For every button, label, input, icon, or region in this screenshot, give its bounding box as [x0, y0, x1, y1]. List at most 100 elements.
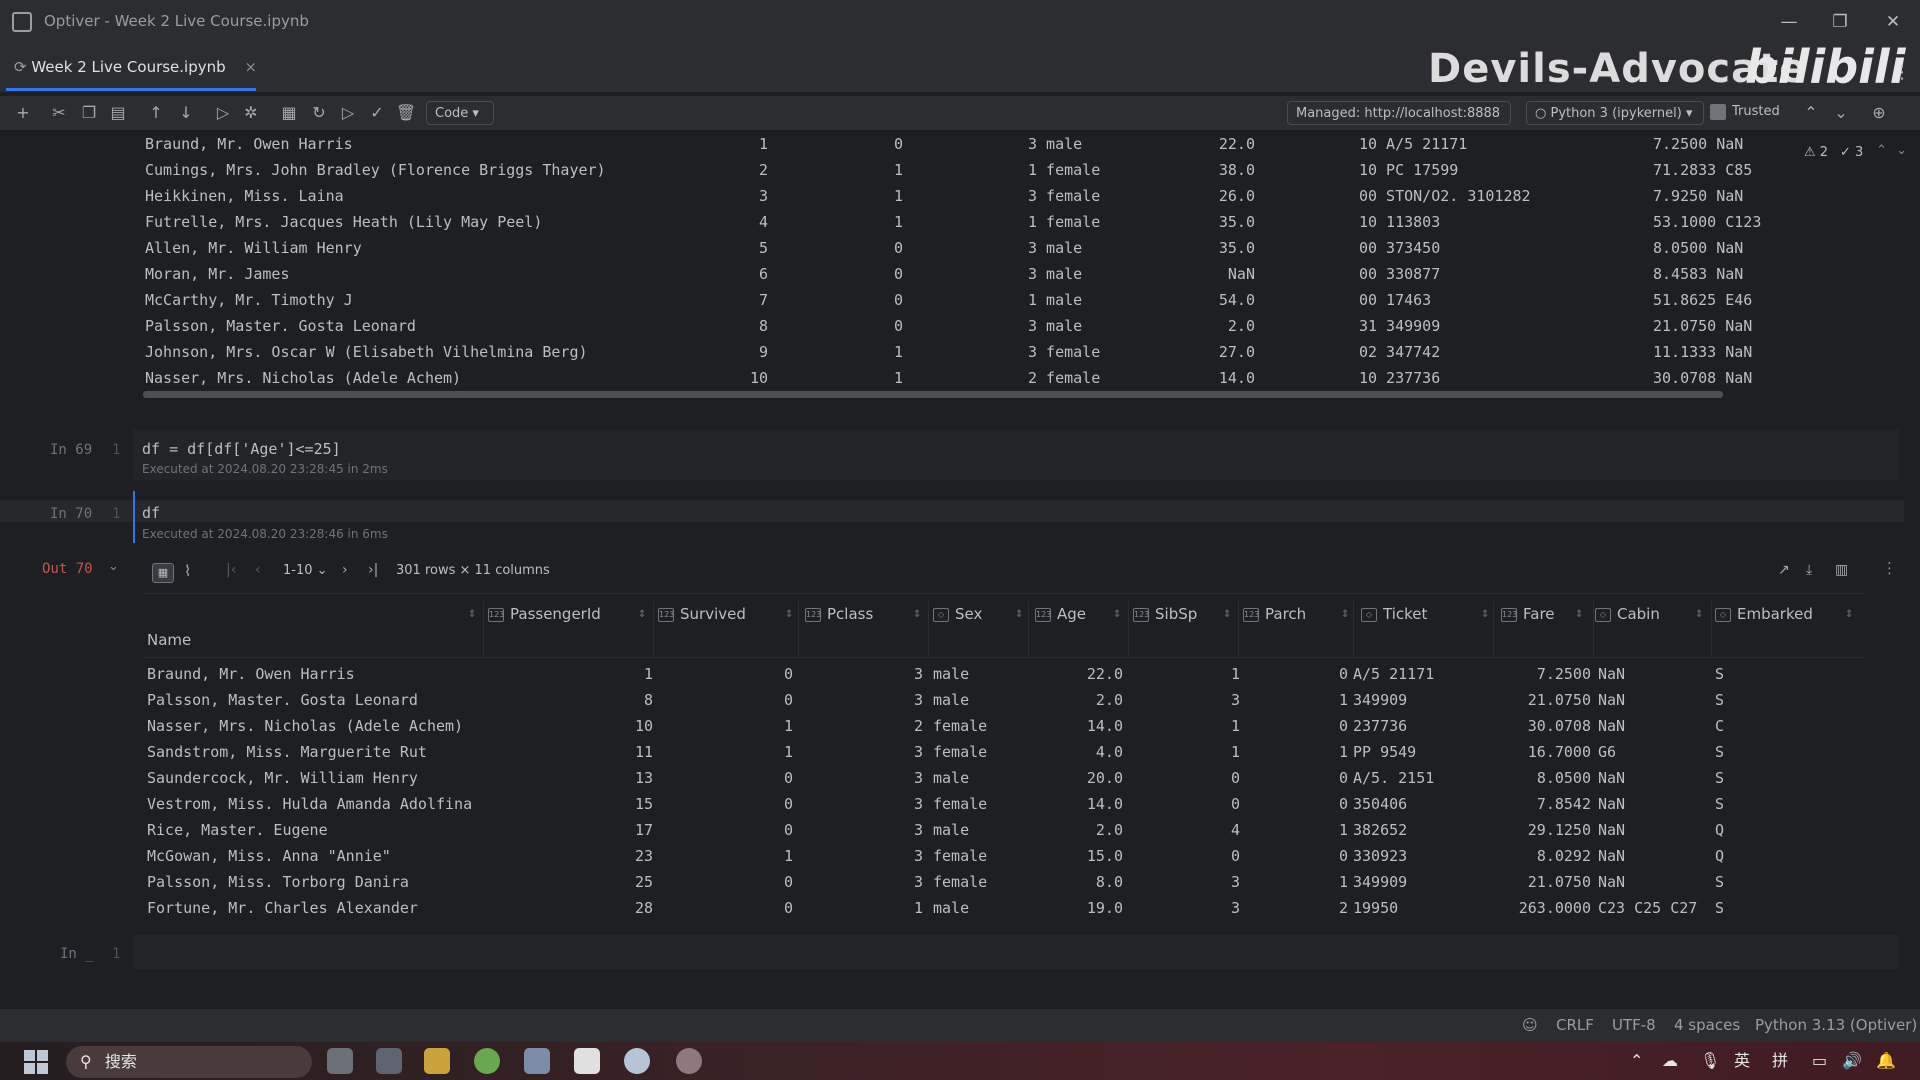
table-cell[interactable]: 1	[1143, 661, 1240, 687]
table-cell[interactable]: 0	[703, 817, 793, 843]
run-all-icon[interactable]: ▷	[337, 102, 359, 124]
ime-language[interactable]: 英	[1734, 1048, 1750, 1074]
table-cell[interactable]: 0	[1143, 765, 1240, 791]
more-icon[interactable]: ⋮	[1893, 62, 1911, 83]
table-row[interactable]: McGowan, Miss. Anna "Annie" 23 1 3 female 15.…	[143, 843, 1865, 869]
row-index-cell[interactable]: Nasser, Mrs. Nicholas (Adele Achem)	[147, 713, 477, 739]
cut-icon[interactable]: ✂	[48, 102, 70, 124]
warnings-count[interactable]: ⚠ 2	[1804, 145, 1828, 160]
table-cell[interactable]: 0	[1243, 661, 1348, 687]
column-divider[interactable]	[1711, 601, 1712, 657]
table-cell[interactable]: 8	[573, 687, 653, 713]
table-cell[interactable]: 15	[573, 791, 653, 817]
table-cell[interactable]: 7.8542	[1491, 791, 1591, 817]
table-cell[interactable]: 2	[1243, 895, 1348, 921]
table-row[interactable]: Saundercock, Mr. William Henry 13 0 3 male 20…	[143, 765, 1865, 791]
server-select[interactable]: Managed: http://localhost:8888 ▾	[1287, 101, 1511, 145]
tab-notebook[interactable]: ⟳ Week 2 Live Course.ipynb ×	[14, 58, 257, 76]
column-header[interactable]: ◇ Embarked	[1715, 601, 1855, 627]
column-header[interactable]: ◇ Cabin	[1595, 601, 1695, 627]
column-divider[interactable]	[798, 601, 799, 657]
table-cell[interactable]: 2	[823, 713, 923, 739]
table-cell[interactable]: 349909	[1353, 687, 1483, 713]
notebook-editor[interactable]: Braund, Mr. Owen Harris 1 0 3 male 22.0 1 0 A/…	[0, 131, 1904, 1011]
paste-icon[interactable]: ▤	[107, 102, 129, 124]
table-cell[interactable]: 22.0	[1023, 661, 1123, 687]
table-cell[interactable]: 350406	[1353, 791, 1483, 817]
table-cell[interactable]: 0	[1243, 791, 1348, 817]
column-divider[interactable]	[928, 601, 929, 657]
table-cell[interactable]: 1	[1243, 687, 1348, 713]
sort-icon[interactable]: ⇕	[468, 609, 476, 620]
table-cell[interactable]: 20.0	[1023, 765, 1123, 791]
column-settings-icon[interactable]: ▥	[1835, 562, 1848, 578]
table-cell[interactable]: NaN	[1598, 713, 1708, 739]
table-cell[interactable]: A/5 21171	[1353, 661, 1483, 687]
column-divider[interactable]	[1493, 601, 1494, 657]
chevron-up-icon[interactable]: ⌃	[1800, 102, 1822, 124]
table-cell[interactable]: 3	[823, 791, 923, 817]
table-cell[interactable]: female	[933, 843, 1023, 869]
table-cell[interactable]: female	[933, 739, 1023, 765]
column-header[interactable]: 123 Fare	[1501, 601, 1601, 627]
sort-icon[interactable]: ⇕	[638, 609, 646, 620]
table-cell[interactable]: 19950	[1353, 895, 1483, 921]
table-cell[interactable]: 0	[1243, 843, 1348, 869]
column-divider[interactable]	[1028, 601, 1029, 657]
table-cell[interactable]: 3	[823, 661, 923, 687]
table-row[interactable]: Rice, Master. Eugene 17 0 3 male 2.0 4 1 382652 2…	[143, 817, 1865, 843]
table-cell[interactable]: C	[1715, 713, 1775, 739]
table-cell[interactable]: S	[1715, 895, 1775, 921]
row-index-cell[interactable]: Sandstrom, Miss. Marguerite Rut	[147, 739, 477, 765]
table-cell[interactable]: S	[1715, 869, 1775, 895]
sort-icon[interactable]: ⇕	[1113, 609, 1121, 620]
collapse-output-icon[interactable]: ⌄	[108, 559, 119, 574]
page-range-select[interactable]: 1-10 ⌄	[283, 563, 328, 578]
output-more-icon[interactable]: ⋮	[1882, 559, 1897, 577]
prev-page-icon[interactable]: ‹	[255, 562, 261, 578]
table-cell[interactable]: 14.0	[1023, 791, 1123, 817]
table-cell[interactable]: 17	[573, 817, 653, 843]
table-cell[interactable]: 10	[573, 713, 653, 739]
network-icon[interactable]: ▭	[1812, 1048, 1827, 1074]
horizontal-scrollbar[interactable]	[143, 391, 1723, 398]
download-icon[interactable]: ⤓	[1806, 562, 1812, 578]
row-index-cell[interactable]: Palsson, Miss. Torborg Danira	[147, 869, 477, 895]
pycharm-icon[interactable]	[574, 1048, 600, 1074]
table-view-icon[interactable]: ▦	[152, 563, 174, 583]
table-cell[interactable]: 30.0708	[1491, 713, 1591, 739]
table-cell[interactable]: 3	[823, 869, 923, 895]
table-cell[interactable]: 23	[573, 843, 653, 869]
table-cell[interactable]: 8.0500	[1491, 765, 1591, 791]
table-cell[interactable]: 1	[703, 739, 793, 765]
table-cell[interactable]: 1	[1143, 739, 1240, 765]
table-cell[interactable]: 1	[1243, 739, 1348, 765]
app-icon[interactable]	[676, 1048, 702, 1074]
column-divider[interactable]	[1128, 601, 1129, 657]
first-page-icon[interactable]: |‹	[226, 562, 236, 578]
table-cell[interactable]: 3	[823, 817, 923, 843]
table-cell[interactable]: male	[933, 687, 1023, 713]
table-cell[interactable]: 0	[1143, 791, 1240, 817]
table-cell[interactable]: 1	[573, 661, 653, 687]
table-cell[interactable]: 263.0000	[1491, 895, 1591, 921]
table-cell[interactable]: 15.0	[1023, 843, 1123, 869]
table-cell[interactable]: male	[933, 895, 1023, 921]
table-cell[interactable]: 0	[703, 895, 793, 921]
file-encoding[interactable]: UTF-8	[1612, 1008, 1656, 1042]
open-in-editor-icon[interactable]: ↗	[1778, 562, 1790, 578]
table-cell[interactable]: 4	[1143, 817, 1240, 843]
table-cell[interactable]: C23 C25 C27	[1598, 895, 1708, 921]
table-row[interactable]: Braund, Mr. Owen Harris 1 0 3 male 22.0 1 0 A/5 …	[143, 661, 1865, 687]
empty-code-cell[interactable]	[133, 935, 1899, 969]
table-cell[interactable]: 1	[703, 713, 793, 739]
table-cell[interactable]: 0	[1143, 843, 1240, 869]
move-down-icon[interactable]: ↓	[175, 102, 197, 124]
table-cell[interactable]: G6	[1598, 739, 1708, 765]
table-cell[interactable]: 2.0	[1023, 817, 1123, 843]
table-cell[interactable]: 0	[1243, 765, 1348, 791]
sort-icon[interactable]: ⇕	[1341, 609, 1349, 620]
table-cell[interactable]: PP 9549	[1353, 739, 1483, 765]
code-cell-69[interactable]	[133, 430, 1899, 480]
delete-icon[interactable]: 🗑	[395, 102, 417, 124]
